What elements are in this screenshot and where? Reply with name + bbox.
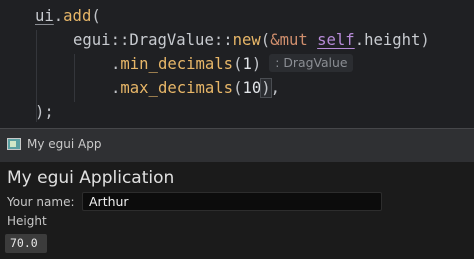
screen: ui.add( egui::DragValue::new(&mut self.h… <box>0 0 474 259</box>
code-token-keyword: mut <box>279 31 308 49</box>
height-drag-value[interactable]: 70.0 <box>5 234 47 253</box>
code-token-receiver: ui <box>35 7 54 25</box>
code-line-3: .min_decimals(1): DragValue <box>111 52 354 76</box>
code-token-comma: , <box>270 79 281 97</box>
indent-guide <box>74 54 75 102</box>
code-token-paren: ) <box>251 55 262 73</box>
code-token-function: new <box>232 31 261 49</box>
code-token-path-sep: :: <box>110 31 130 49</box>
code-token-dot: . <box>111 79 121 97</box>
code-token-paren: ( <box>91 7 101 25</box>
code-token-function: max_decimals <box>120 79 234 97</box>
code-token-paren-highlight: ) <box>260 78 272 98</box>
name-input[interactable]: Arthur <box>82 192 382 211</box>
code-line-2: egui::DragValue::new(&mut self.height) <box>73 28 430 52</box>
code-line-4: .max_decimals(10), <box>111 76 280 100</box>
code-line-5: ); <box>35 100 54 124</box>
name-label: Your name: <box>7 195 75 209</box>
code-token-number: 10 <box>242 79 262 97</box>
code-token-module: egui <box>73 31 111 49</box>
app-window: My egui App My egui Application Your nam… <box>0 128 474 259</box>
code-token-self: self <box>317 31 355 49</box>
code-token-paren: ) <box>420 31 430 49</box>
code-token-ampersand: & <box>270 31 280 49</box>
code-token-paren: ( <box>260 31 271 49</box>
app-icon <box>7 138 21 150</box>
code-token-function: min_decimals <box>120 55 234 73</box>
code-line-1: ui.add( <box>35 4 101 28</box>
window-titlebar[interactable]: My egui App <box>0 128 474 162</box>
code-token-function: add <box>63 7 92 25</box>
code-token-dot: . <box>111 55 121 73</box>
code-editor[interactable]: ui.add( egui::DragValue::new(&mut self.h… <box>0 0 474 128</box>
code-token-closing: ); <box>35 103 54 121</box>
inlay-type-hint: : DragValue <box>269 54 354 72</box>
code-token-number: 1 <box>242 55 252 73</box>
height-label: Height <box>7 214 47 228</box>
code-token-field: .height <box>354 31 421 49</box>
code-token-type: DragValue <box>129 31 214 49</box>
code-token-path-sep: :: <box>213 31 233 49</box>
code-token-dot: . <box>53 7 64 25</box>
window-title: My egui App <box>27 137 102 151</box>
app-heading: My egui Application <box>7 168 175 188</box>
